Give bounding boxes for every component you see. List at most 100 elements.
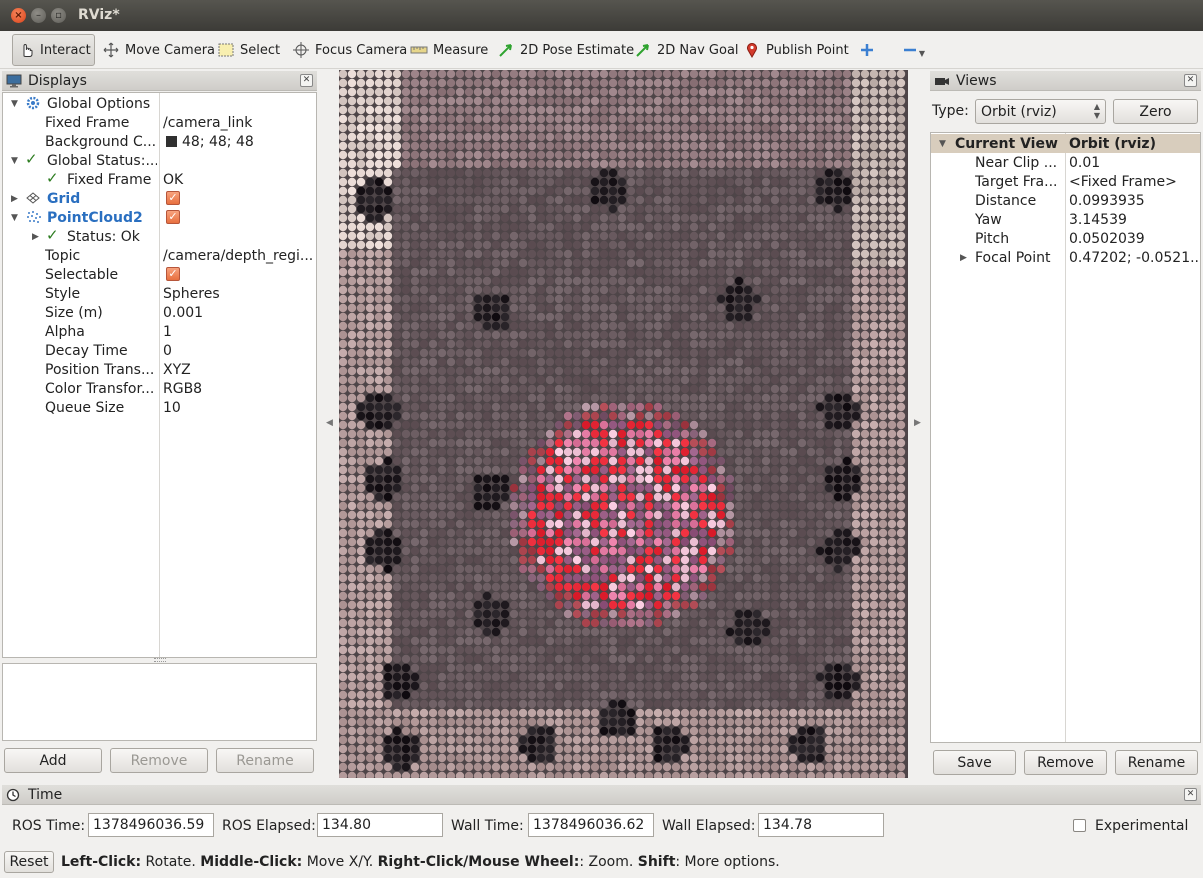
window-maximize-button[interactable]: ▫ xyxy=(51,8,66,23)
tree-row-selectable[interactable]: Selectable ✓ xyxy=(3,265,316,284)
tree-row-value[interactable]: 0 xyxy=(163,343,313,359)
color-swatch[interactable] xyxy=(166,136,177,147)
expand-arrow-icon[interactable]: ▶ xyxy=(32,232,39,242)
reset-button[interactable]: Reset xyxy=(4,851,54,873)
tree-row-position-transformer[interactable]: Position Trans... XYZ xyxy=(3,360,316,379)
tree-row-value[interactable]: 0.01 xyxy=(1069,155,1199,171)
tree-row-value[interactable]: XYZ xyxy=(163,362,313,378)
tree-row-color-transformer[interactable]: Color Transfor... RGB8 xyxy=(3,379,316,398)
tree-row-value[interactable]: <Fixed Frame> xyxy=(1069,174,1199,190)
collapse-left-icon[interactable]: ◀ xyxy=(326,418,333,428)
publish-point-label: Publish Point xyxy=(766,42,849,58)
tree-row-value[interactable]: 0.0993935 xyxy=(1069,193,1199,209)
tree-row-value[interactable]: 1 xyxy=(163,324,313,340)
expand-arrow-icon[interactable]: ▼ xyxy=(11,156,18,166)
wall-elapsed-label: Wall Elapsed: xyxy=(662,818,756,834)
ros-time-field[interactable] xyxy=(88,813,214,837)
expand-arrow-icon[interactable]: ▼ xyxy=(11,99,18,109)
2d-nav-goal-tool-button[interactable]: 2D Nav Goal xyxy=(628,34,745,66)
check-icon: ✓ xyxy=(25,150,38,168)
tree-row-value: Orbit (rviz) xyxy=(1069,135,1156,152)
select-tool-button[interactable]: Select xyxy=(211,34,286,66)
tree-row-value[interactable]: /camera/depth_regi... xyxy=(163,248,315,264)
2d-pose-estimate-tool-button[interactable]: 2D Pose Estimate xyxy=(491,34,640,66)
tree-row-value[interactable]: 3.14539 xyxy=(1069,212,1199,228)
2d-nav-goal-label: 2D Nav Goal xyxy=(657,42,739,58)
tree-row-topic[interactable]: Topic /camera/depth_regi... xyxy=(3,246,316,265)
tree-row-value[interactable]: 10 xyxy=(163,400,313,416)
window-minimize-button[interactable]: – xyxy=(31,8,46,23)
expand-arrow-icon[interactable]: ▼ xyxy=(939,139,946,149)
tree-row-focal-point[interactable]: ▶ Focal Point 0.47202; -0.0521... xyxy=(931,248,1200,267)
tree-row-name: Target Fra... xyxy=(975,173,1058,190)
collapse-right-icon[interactable]: ▶ xyxy=(914,418,921,428)
pointcloud2-enabled-checkbox[interactable]: ✓ xyxy=(166,210,180,224)
tree-row-fixed-frame[interactable]: Fixed Frame /camera_link xyxy=(3,113,316,132)
tree-row-value[interactable]: RGB8 xyxy=(163,381,313,397)
tree-row-status-ok[interactable]: ▶ ✓ Status: Ok xyxy=(3,226,316,246)
view-type-select[interactable]: Orbit (rviz) ▲ ▼ xyxy=(975,99,1106,124)
interact-tool-button[interactable]: Interact xyxy=(12,34,95,66)
tree-row-yaw[interactable]: Yaw 3.14539 xyxy=(931,210,1200,229)
tree-row-name: Decay Time xyxy=(45,342,128,359)
remove-display-button[interactable]: Remove xyxy=(110,748,208,773)
tree-row-value[interactable]: /camera_link xyxy=(163,115,313,131)
rename-view-button[interactable]: Rename xyxy=(1115,750,1198,775)
add-tool-button[interactable] xyxy=(852,34,882,66)
tree-row-near-clip[interactable]: Near Clip ... 0.01 xyxy=(931,153,1200,172)
wall-time-field[interactable] xyxy=(528,813,654,837)
zero-button[interactable]: Zero xyxy=(1113,99,1198,124)
window-close-button[interactable]: × xyxy=(11,8,26,23)
time-close-button[interactable]: ✕ xyxy=(1184,788,1197,801)
tree-row-value[interactable]: 48; 48; 48 xyxy=(182,134,312,150)
tree-row-size[interactable]: Size (m) 0.001 xyxy=(3,303,316,322)
move-camera-label: Move Camera xyxy=(125,42,216,58)
displays-title: Displays xyxy=(28,72,87,89)
rename-display-button[interactable]: Rename xyxy=(216,748,314,773)
displays-panel-header: Displays ✕ xyxy=(2,71,317,91)
expand-arrow-icon[interactable]: ▼ xyxy=(11,213,18,223)
tree-row-value[interactable]: 0.47202; -0.0521... xyxy=(1069,250,1199,266)
experimental-checkbox[interactable] xyxy=(1073,819,1086,832)
tree-row-decay-time[interactable]: Decay Time 0 xyxy=(3,341,316,360)
spinner-arrows-icon: ▲ ▼ xyxy=(1093,102,1100,120)
publish-point-tool-button[interactable]: Publish Point xyxy=(737,34,855,66)
tree-row-global-options[interactable]: ▼ Global Options xyxy=(3,94,316,113)
displays-tree: ▼ Global Options Fixed Frame /camera_lin… xyxy=(2,92,317,658)
measure-tool-button[interactable]: Measure xyxy=(404,34,494,66)
focus-camera-tool-button[interactable]: Focus Camera xyxy=(286,34,413,66)
tree-row-queue-size[interactable]: Queue Size 10 xyxy=(3,398,316,417)
displays-close-button[interactable]: ✕ xyxy=(300,74,313,87)
tree-row-style[interactable]: Style Spheres xyxy=(3,284,316,303)
add-display-button[interactable]: Add xyxy=(4,748,102,773)
tree-row-pitch[interactable]: Pitch 0.0502039 xyxy=(931,229,1200,248)
splitter-handle[interactable] xyxy=(154,658,166,662)
views-title: Views xyxy=(956,72,997,89)
expand-arrow-icon[interactable]: ▶ xyxy=(11,194,18,204)
tree-row-global-status[interactable]: ▼ ✓ Global Status:... xyxy=(3,150,316,170)
move-camera-tool-button[interactable]: Move Camera xyxy=(96,34,221,66)
wall-elapsed-field[interactable] xyxy=(758,813,884,837)
render-viewport[interactable] xyxy=(339,70,908,778)
tree-row-value[interactable]: 0.001 xyxy=(163,305,313,321)
grid-enabled-checkbox[interactable]: ✓ xyxy=(166,191,180,205)
tree-row-value[interactable]: 0.0502039 xyxy=(1069,231,1199,247)
tree-row-name: Selectable xyxy=(45,266,119,283)
tree-row-grid[interactable]: ▶ Grid ✓ xyxy=(3,189,316,208)
views-close-button[interactable]: ✕ xyxy=(1184,74,1197,87)
tree-row-value[interactable]: Spheres xyxy=(163,286,313,302)
tree-row-background-color[interactable]: Background C... 48; 48; 48 xyxy=(3,132,316,151)
ros-elapsed-field[interactable] xyxy=(317,813,443,837)
remove-view-button[interactable]: Remove xyxy=(1024,750,1107,775)
tree-row-target-frame[interactable]: Target Fra... <Fixed Frame> xyxy=(931,172,1200,191)
tree-row-pointcloud2[interactable]: ▼ PointCloud2 ✓ xyxy=(3,208,316,227)
tree-row-fixed-frame-status[interactable]: ✓ Fixed Frame OK xyxy=(3,169,316,189)
expand-arrow-icon[interactable]: ▶ xyxy=(960,253,967,263)
save-view-button[interactable]: Save xyxy=(933,750,1016,775)
selectable-checkbox[interactable]: ✓ xyxy=(166,267,180,281)
tree-row-distance[interactable]: Distance 0.0993935 xyxy=(931,191,1200,210)
tree-row-alpha[interactable]: Alpha 1 xyxy=(3,322,316,341)
remove-tool-dropdown[interactable]: ▼ xyxy=(895,34,932,66)
tree-row-current-view[interactable]: ▼ Current View Orbit (rviz) xyxy=(931,134,1200,153)
tree-row-name: Yaw xyxy=(975,211,1002,228)
